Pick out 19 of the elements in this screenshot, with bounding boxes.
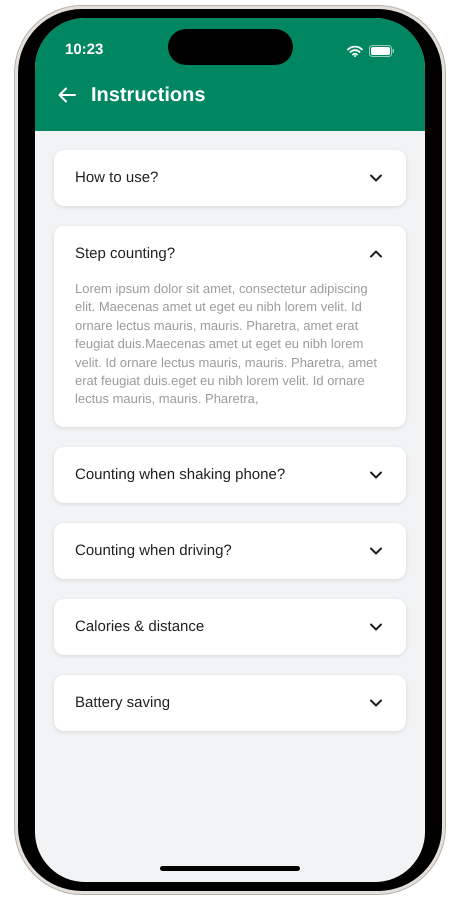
wifi-icon: [347, 44, 363, 56]
back-button[interactable]: [57, 85, 77, 105]
chevron-up-icon: [370, 250, 382, 258]
status-time: 10:23: [65, 40, 104, 60]
accordion-header[interactable]: Step counting?: [54, 226, 406, 282]
accordion-header[interactable]: Battery saving: [54, 674, 406, 731]
chevron-down-icon: [370, 470, 382, 479]
chevron-down-icon: [370, 698, 382, 707]
accordion-header[interactable]: Calories & distance: [54, 598, 406, 655]
chevron-down-icon: [370, 174, 382, 182]
chevron-down-icon: [370, 546, 382, 555]
battery-icon: [369, 44, 395, 56]
accordion-header[interactable]: Counting when shaking phone?: [54, 446, 406, 503]
chevron-down-icon: [370, 622, 382, 631]
answer-text: Lorem ipsum dolor sit amet, consectetur adipiscing elit. Maecenas amet ut eget eu nibh lorem velit. Id ornare lectus mauris, mauris. Pharetra, amet erat feugiat duis.Maecenas amet ut eget eu nibh lorem velit. Id ornare lectus mauris, mauris. Pharetra, amet erat feugiat duis.eget eu nibh lorem velit. Id ornare lectus mauris, mauris. Pharetra,: [74, 280, 378, 408]
back-arrow-icon: [58, 87, 76, 103]
accordion-header[interactable]: How to use?: [54, 150, 406, 206]
screen-title: Instructions: [91, 83, 206, 108]
accordion-header[interactable]: Counting when driving?: [54, 522, 406, 579]
